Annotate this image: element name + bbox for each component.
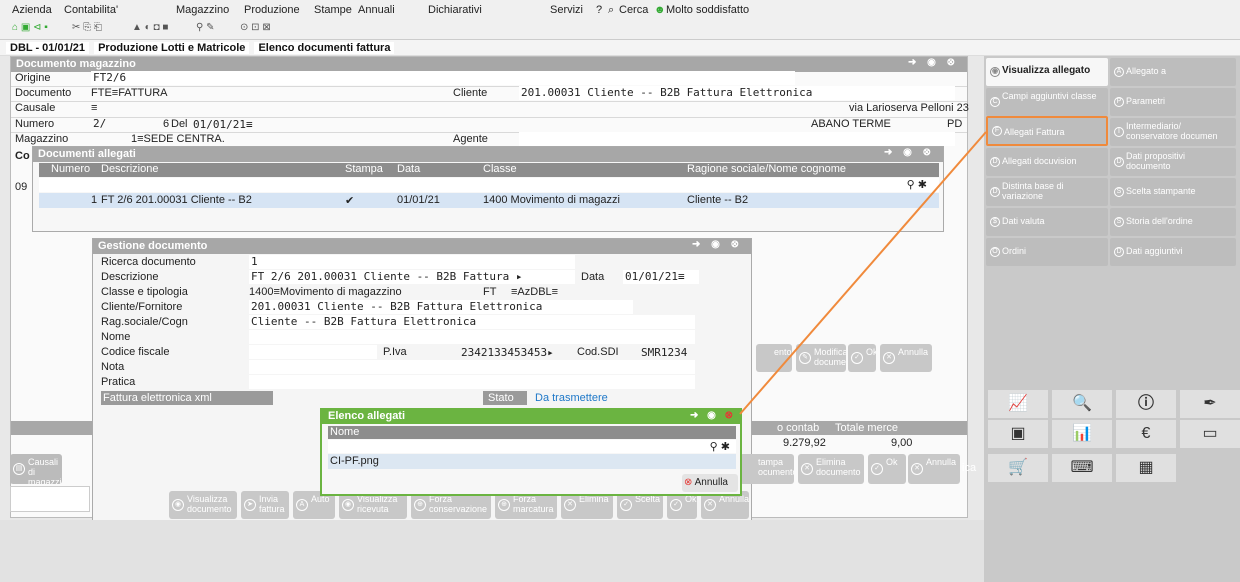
bottom-area — [0, 520, 984, 582]
highlight-connector — [739, 131, 987, 415]
bottom-input[interactable] — [10, 486, 90, 512]
connector-line — [739, 131, 987, 415]
